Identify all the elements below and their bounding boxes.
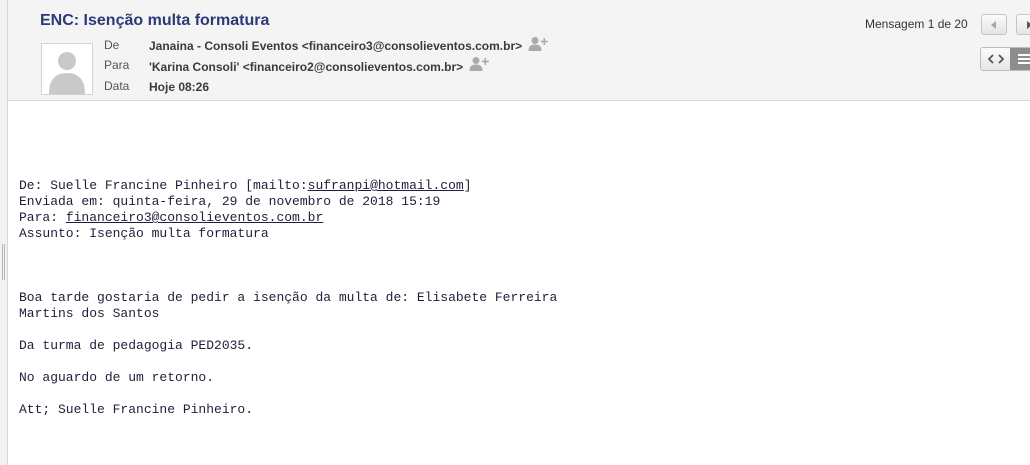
message-counter: Mensagem 1 de 20 bbox=[865, 17, 968, 31]
message-header: ENC: Isenção multa formatura De Janaina … bbox=[8, 0, 1030, 101]
forward-sent-line: Enviada em: quinta-feira, 29 de novembro… bbox=[19, 194, 441, 209]
body-line: Da turma de pedagogia PED2035. bbox=[19, 338, 254, 353]
body-line: No aguardo de um retorno. bbox=[19, 370, 215, 385]
code-icon bbox=[987, 54, 1004, 64]
body-line: Martins dos Santos bbox=[19, 306, 160, 321]
forward-from-line: De: Suelle Francine Pinheiro [mailto:suf… bbox=[19, 178, 472, 193]
source-view-button[interactable] bbox=[981, 48, 1010, 70]
pane-resize-handle[interactable] bbox=[2, 244, 5, 280]
body-line: Boa tarde gostaria de pedir a isenção da… bbox=[19, 290, 558, 305]
view-mode-toggle bbox=[980, 47, 1030, 71]
forward-to-line: Para: financeiro3@consolieventos.com.br bbox=[19, 210, 324, 225]
recipient-email-link[interactable]: financeiro3@consolieventos.com.br bbox=[66, 210, 323, 225]
from-value[interactable]: Janaina - Consoli Eventos <financeiro3@c… bbox=[149, 39, 522, 53]
message-subject: ENC: Isenção multa formatura bbox=[40, 12, 270, 29]
date-label: Data bbox=[104, 79, 130, 93]
message-body: De: Suelle Francine Pinheiro [mailto:suf… bbox=[19, 178, 557, 418]
chevron-left-icon bbox=[991, 20, 996, 29]
sender-email-link[interactable]: sufranpi@hotmail.com bbox=[308, 178, 464, 193]
from-label: De bbox=[104, 38, 120, 52]
add-contact-icon[interactable] bbox=[528, 36, 548, 52]
next-message-button[interactable] bbox=[1016, 14, 1030, 35]
chevron-right-icon bbox=[1027, 20, 1030, 29]
date-value: Hoje 08:26 bbox=[149, 80, 210, 94]
left-pane-edge bbox=[0, 0, 8, 465]
menu-lines-icon bbox=[1017, 54, 1030, 64]
avatar-placeholder-icon bbox=[41, 43, 93, 95]
signature-line: Att; Suelle Francine Pinheiro. bbox=[19, 402, 254, 417]
to-value[interactable]: 'Karina Consoli' <financeiro2@consolieve… bbox=[149, 60, 463, 74]
text-view-button[interactable] bbox=[1010, 48, 1030, 70]
forward-subject-line: Assunto: Isenção multa formatura bbox=[19, 226, 269, 241]
previous-message-button[interactable] bbox=[981, 14, 1007, 35]
add-contact-icon[interactable] bbox=[469, 56, 489, 72]
to-label: Para bbox=[104, 58, 130, 72]
